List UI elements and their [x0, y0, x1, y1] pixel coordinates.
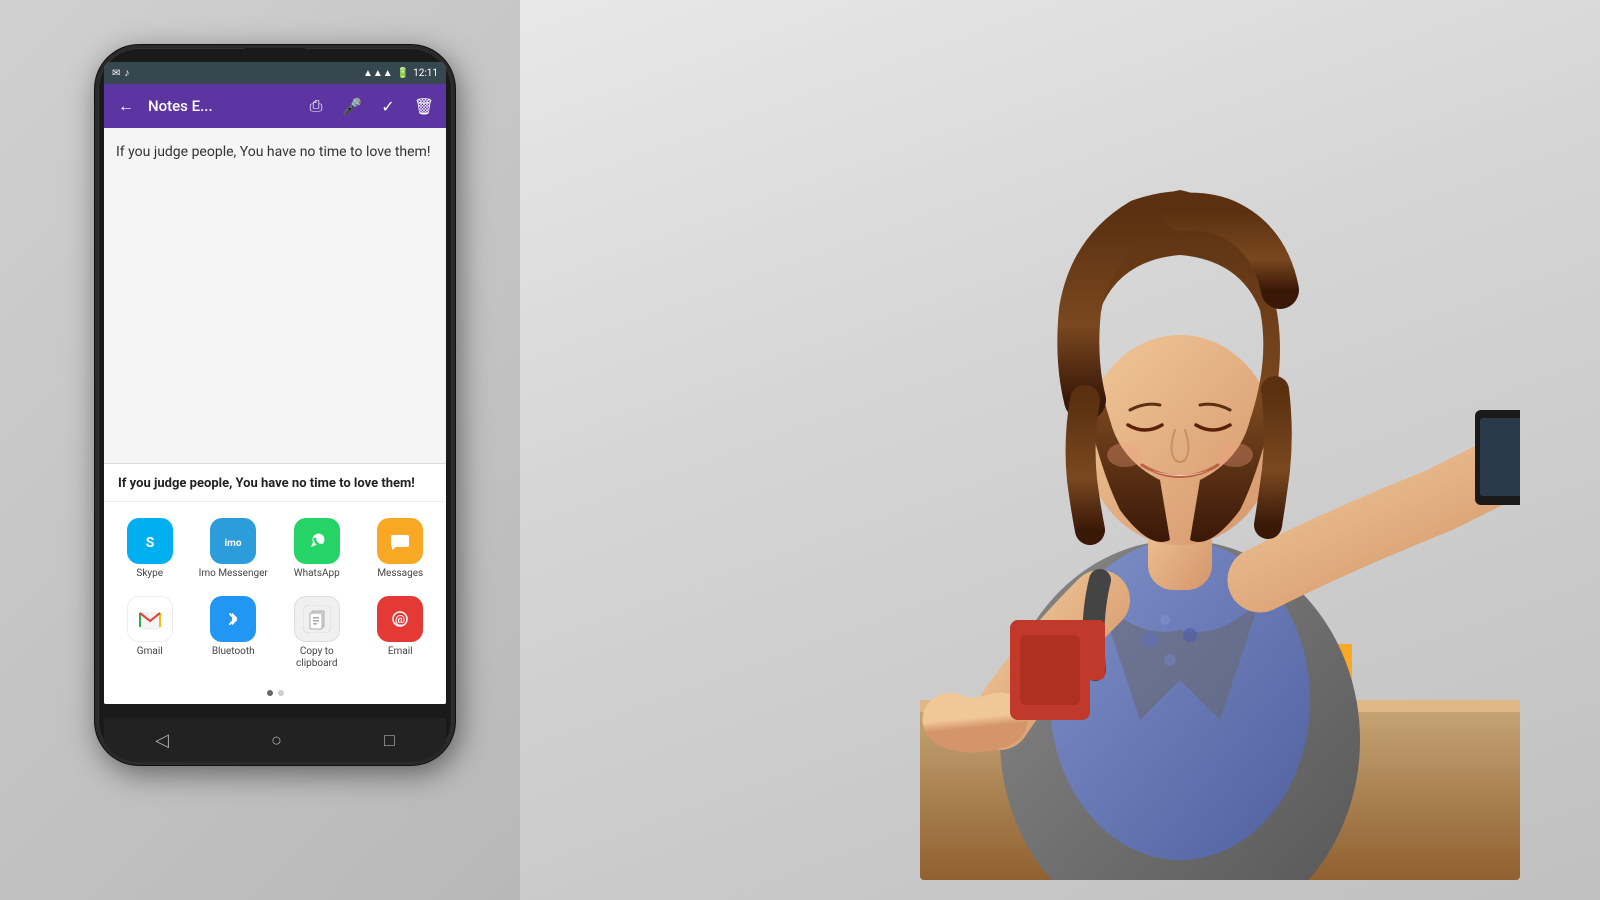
share-apps-grid: S Skype imo Imo Messenger [104, 502, 446, 686]
bluetooth-icon [210, 596, 256, 642]
email-icon: @ [377, 596, 423, 642]
messages-icon [377, 518, 423, 564]
bluetooth-label: Bluetooth [212, 646, 255, 658]
share-dots [104, 686, 446, 704]
dot-2 [278, 690, 284, 696]
note-content-area[interactable]: If you judge people, You have no time to… [104, 128, 446, 308]
back-button[interactable]: ← [112, 96, 140, 116]
clipboard-label: Copy to clipboard [279, 646, 355, 670]
phone-screen: ✉ ♪ ▲▲▲ 🔋 12:11 ← Notes E... ⎙ 🎤 ✓ 🗑 [104, 62, 446, 704]
imo-label: Imo Messenger [199, 568, 268, 580]
svg-text:S: S [145, 535, 154, 551]
share-app-bluetooth[interactable]: Bluetooth [194, 590, 274, 676]
app-bar: ← Notes E... ⎙ 🎤 ✓ 🗑 [104, 84, 446, 128]
email-status-icon: ✉ [112, 68, 120, 79]
status-bar: ✉ ♪ ▲▲▲ 🔋 12:11 [104, 62, 446, 84]
phone-device: ✉ ♪ ▲▲▲ 🔋 12:11 ← Notes E... ⎙ 🎤 ✓ 🗑 [95, 45, 455, 765]
signal-icon: ▲▲▲ [363, 68, 393, 79]
svg-text:imo: imo [225, 538, 242, 549]
note-text: If you judge people, You have no time to… [116, 144, 430, 160]
skype-label: Skype [136, 568, 163, 580]
status-bar-left: ✉ ♪ [112, 68, 129, 79]
clock: 12:11 [413, 68, 438, 79]
nav-back-button[interactable]: ◁ [155, 730, 169, 751]
whatsapp-icon [294, 518, 340, 564]
gmail-icon [127, 596, 173, 642]
delete-button[interactable]: 🗑 [410, 97, 438, 116]
bottom-nav: ◁ ○ □ [104, 718, 446, 762]
background-right [520, 0, 1600, 900]
svg-text:@: @ [395, 613, 405, 626]
share-app-skype[interactable]: S Skype [110, 512, 190, 586]
clipboard-icon [294, 596, 340, 642]
share-app-messages[interactable]: Messages [361, 512, 441, 586]
share-app-imo[interactable]: imo Imo Messenger [194, 512, 274, 586]
share-button[interactable]: ⎙ [302, 96, 330, 116]
gmail-label: Gmail [137, 646, 163, 658]
imo-icon: imo [210, 518, 256, 564]
mic-button[interactable]: 🎤 [338, 97, 366, 116]
app-title: Notes E... [148, 97, 294, 115]
share-app-clipboard[interactable]: Copy to clipboard [277, 590, 357, 676]
messages-label: Messages [377, 568, 423, 580]
nav-recent-button[interactable]: □ [384, 730, 395, 751]
skype-icon: S [127, 518, 173, 564]
share-app-gmail[interactable]: Gmail [110, 590, 190, 676]
share-sheet: If you judge people, You have no time to… [104, 463, 446, 704]
phone-notch [245, 48, 305, 62]
battery-icon: 🔋 [397, 68, 409, 79]
email-label: Email [388, 646, 413, 658]
person-illustration [620, 20, 1520, 880]
share-sheet-title: If you judge people, You have no time to… [104, 464, 446, 502]
nav-home-button[interactable]: ○ [271, 730, 282, 751]
share-app-email[interactable]: @ Email [361, 590, 441, 676]
share-app-whatsapp[interactable]: WhatsApp [277, 512, 357, 586]
dot-1 [267, 690, 273, 696]
check-button[interactable]: ✓ [374, 97, 402, 116]
whatsapp-label: WhatsApp [294, 568, 340, 580]
status-bar-right: ▲▲▲ 🔋 12:11 [363, 68, 438, 79]
music-status-icon: ♪ [124, 68, 129, 79]
phone-outer: ✉ ♪ ▲▲▲ 🔋 12:11 ← Notes E... ⎙ 🎤 ✓ 🗑 [95, 45, 455, 765]
